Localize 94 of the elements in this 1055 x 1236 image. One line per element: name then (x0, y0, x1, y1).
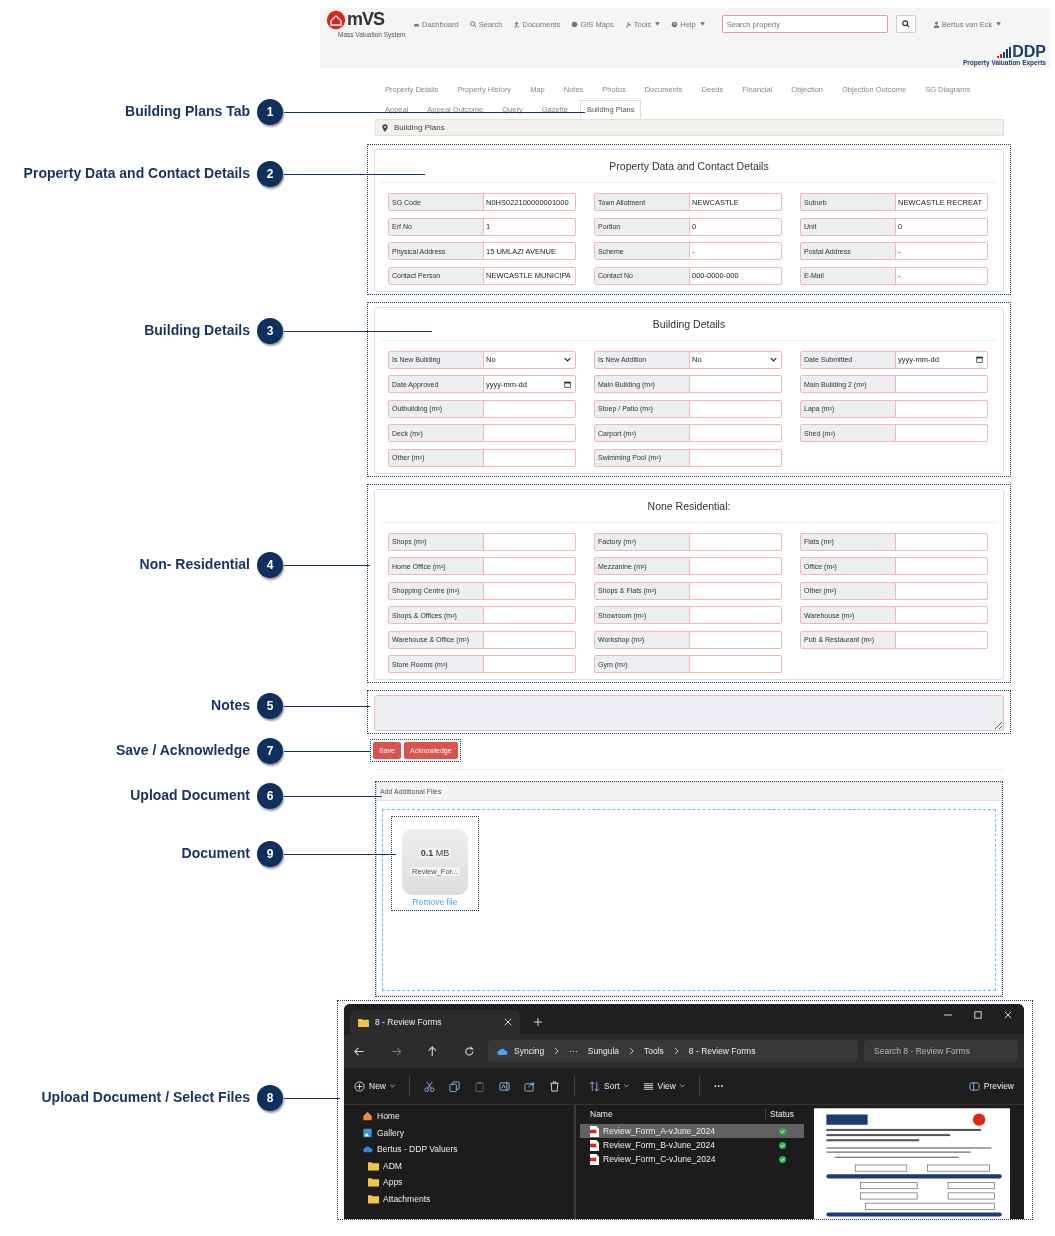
chevron-icon (623, 1084, 629, 1088)
sidebar-item[interactable]: ADM (362, 1157, 574, 1174)
folder-icon (368, 1177, 379, 1188)
panel-title: None Residential: (381, 489, 997, 523)
panel-title: Property Data and Contact Details (381, 150, 997, 183)
chevron-icon (673, 1047, 679, 1055)
callout-label: Notes (211, 697, 250, 713)
file-size: 0.1 MB (418, 848, 452, 858)
refresh-icon[interactable] (463, 1045, 475, 1057)
callout-label: Property Data and Contact Details (23, 165, 250, 181)
rename-icon[interactable] (499, 1080, 510, 1092)
address-bar[interactable]: Syncing ··· Sungula Tools 8 - Review Forms (488, 1040, 859, 1062)
view-button[interactable]: View (642, 1080, 685, 1092)
sidebar-item[interactable]: Gallery (362, 1124, 574, 1141)
maximize-icon[interactable] (974, 1011, 982, 1019)
sidebar-item[interactable]: Home (362, 1108, 574, 1125)
chevron-icon (564, 357, 571, 362)
search-icon (469, 20, 477, 28)
leader-line (284, 1098, 340, 1099)
close-icon[interactable] (504, 1018, 512, 1026)
upload-icon (513, 20, 521, 28)
callout-label: Building Details (144, 322, 250, 338)
wrench-icon (624, 20, 632, 28)
callout-label: Building Plans Tab (125, 103, 250, 119)
chevron-icon (770, 357, 777, 362)
panel-title: Building Details (381, 307, 997, 341)
cloud-icon (362, 1144, 373, 1155)
share-icon[interactable] (524, 1080, 535, 1092)
chevron-icon (629, 1047, 634, 1055)
file-row[interactable]: Review_Form_C-vJune_2024 (580, 1152, 804, 1166)
copy-icon[interactable] (449, 1080, 460, 1092)
sidebar-item[interactable]: Bertus - DDP Valuers (362, 1141, 574, 1158)
chevron-icon (554, 1047, 560, 1055)
caret-icon (996, 22, 1002, 26)
callout-number: 8 (257, 1085, 283, 1111)
minimize-icon[interactable] (944, 1011, 952, 1019)
callout-label: Save / Acknowledge (115, 742, 250, 758)
breadcrumb-text: Building Plans (394, 123, 445, 132)
callout-number: 2 (257, 161, 283, 187)
pdf-file-icon (590, 1153, 599, 1165)
column-header[interactable]: Name (580, 1109, 765, 1119)
home-icon (362, 1111, 373, 1122)
back-arrow-icon[interactable] (354, 1045, 365, 1057)
scissors-icon[interactable] (424, 1080, 435, 1092)
help-icon (671, 20, 679, 28)
pdf-file-icon (590, 1139, 599, 1151)
callout-number: 6 (257, 783, 283, 809)
sort-arrows-icon (589, 1080, 600, 1092)
sidebar-item[interactable]: Attachments (362, 1190, 574, 1207)
callout-number: 3 (257, 318, 283, 344)
forward-arrow-icon[interactable] (390, 1045, 402, 1057)
more-button[interactable]: ··· (713, 1080, 724, 1092)
file-row[interactable]: Review_Form_A-vJune_2024 (580, 1124, 804, 1138)
notes-field[interactable] (374, 695, 1004, 731)
preview-button[interactable]: Preview (968, 1080, 1014, 1092)
file-row[interactable]: Review_Form_B-vJune_2024 (580, 1138, 804, 1152)
pdf-file-icon (590, 1125, 599, 1137)
callout-number: 4 (257, 552, 283, 578)
chevron-icon (390, 1084, 395, 1088)
search-icon (901, 20, 910, 28)
plus-icon[interactable] (534, 1018, 542, 1026)
callout-label: Upload Document / Select Files (41, 1089, 250, 1105)
image-icon (362, 1127, 373, 1138)
chevron-icon (679, 1084, 685, 1088)
callout-number: 7 (257, 738, 283, 764)
lines-icon (642, 1080, 654, 1092)
plus-circle-icon (354, 1080, 365, 1092)
callout-number: 5 (257, 693, 283, 719)
map-pin-icon (382, 123, 388, 132)
explorer-search-field[interactable]: Search 8 - Review Forms (864, 1040, 1018, 1062)
calendar-icon (976, 356, 983, 363)
sidebar-item[interactable]: Apps (362, 1174, 574, 1191)
callout-number: 1 (257, 99, 283, 125)
preview-pane-icon (968, 1080, 980, 1092)
clipboard-icon[interactable] (474, 1080, 485, 1092)
close-icon[interactable] (1004, 1011, 1012, 1019)
new-button[interactable]: New (354, 1080, 395, 1092)
folder-icon (368, 1160, 379, 1171)
callout-label: Document (181, 845, 250, 861)
folder-icon (368, 1193, 379, 1204)
user-icon (932, 20, 940, 28)
column-header[interactable]: Status (765, 1109, 804, 1119)
sort-button[interactable]: Sort (589, 1080, 629, 1092)
folder-icon (358, 1017, 369, 1027)
callout-number: 9 (257, 841, 283, 867)
globe-icon (571, 20, 579, 28)
up-arrow-icon[interactable] (427, 1045, 438, 1057)
explorer-tab[interactable]: 8 - Review Forms (350, 1010, 520, 1034)
trash-icon[interactable] (549, 1080, 560, 1092)
callout-label: Non- Residential (139, 556, 250, 572)
search-button[interactable] (895, 15, 916, 33)
callout-label: Upload Document (130, 787, 250, 803)
cloud-sync-icon (496, 1046, 509, 1056)
calendar-icon (564, 380, 571, 388)
